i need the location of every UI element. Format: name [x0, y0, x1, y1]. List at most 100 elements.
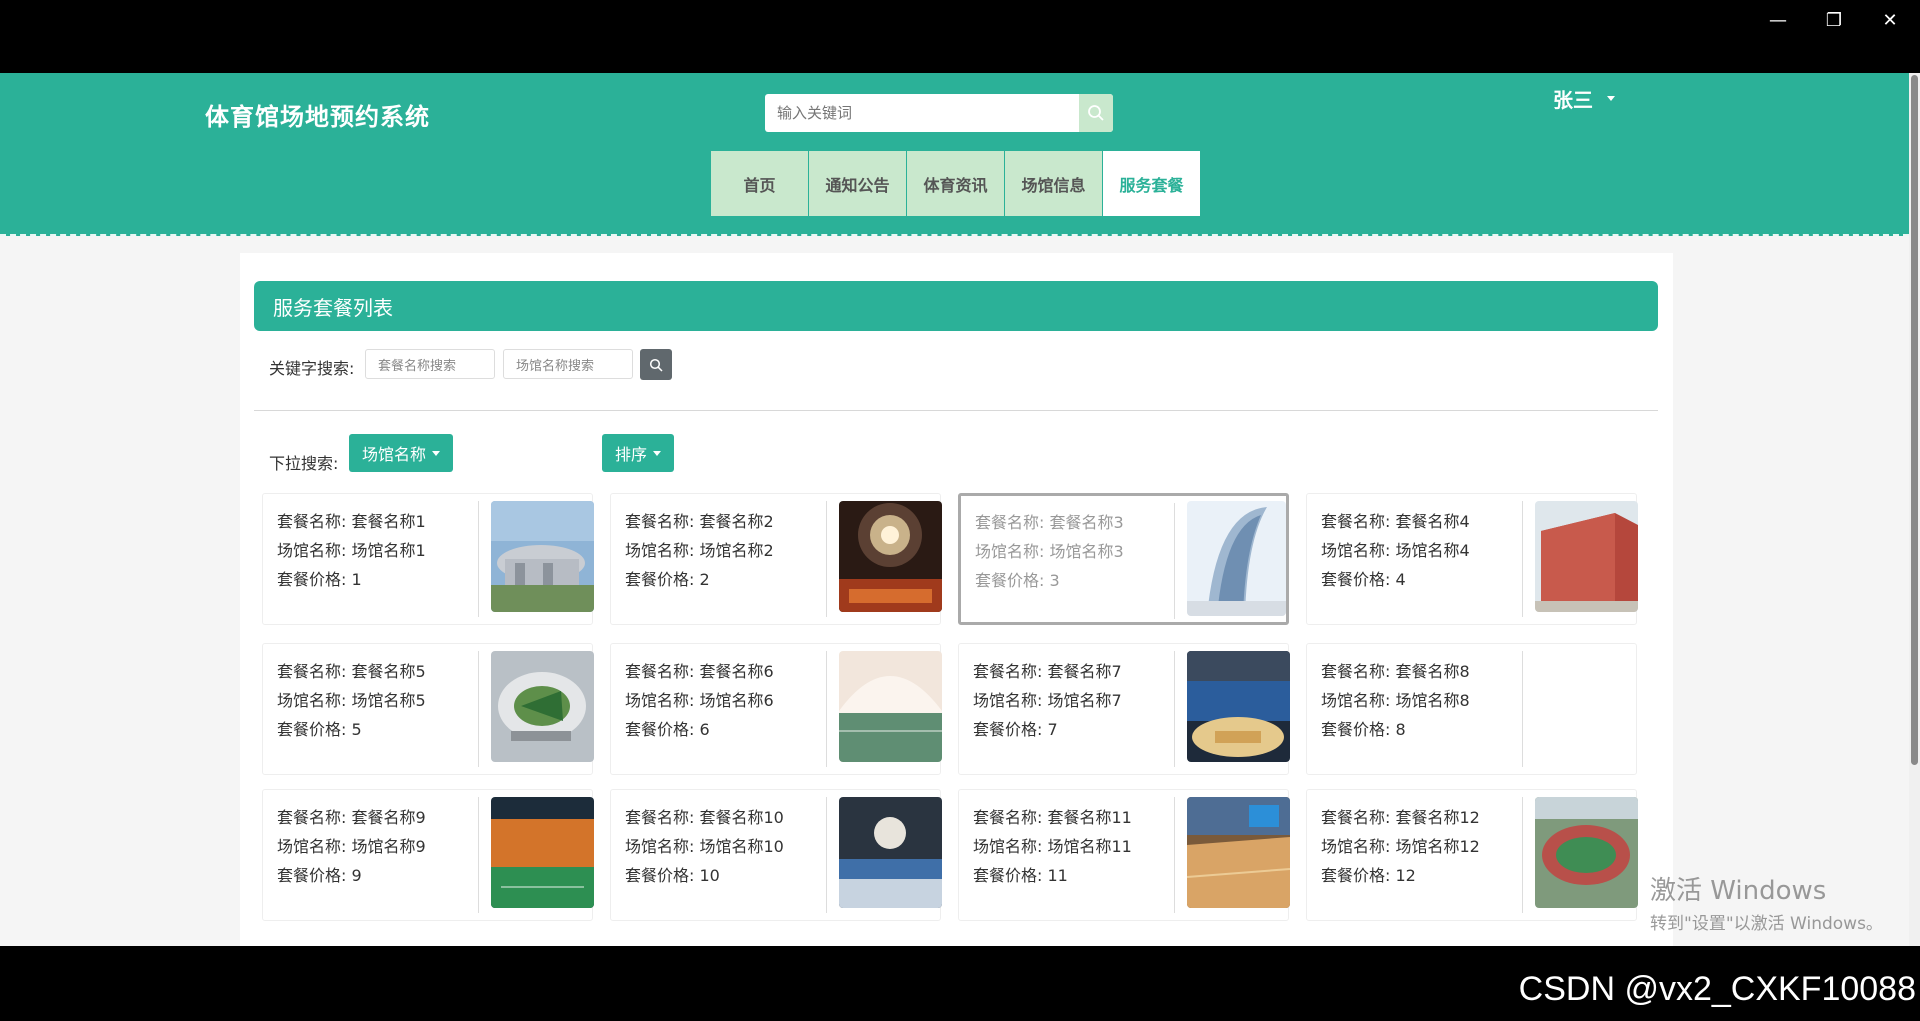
package-card[interactable]: 套餐名称: 套餐名称2 场馆名称: 场馆名称2 套餐价格: 2	[610, 493, 942, 625]
activation-subtitle: 转到"设置"以激活 Windows。	[1650, 914, 1883, 934]
package-image[interactable]	[839, 651, 942, 762]
divider	[478, 651, 479, 767]
package-price: 套餐价格: 12	[1321, 866, 1416, 885]
sort-dropdown-label: 排序	[615, 445, 648, 464]
divider	[1522, 651, 1523, 767]
package-price: 套餐价格: 4	[1321, 570, 1406, 589]
caret-down-icon	[1607, 96, 1615, 101]
user-name: 张三	[1553, 88, 1593, 112]
package-image[interactable]	[491, 501, 594, 612]
venue-name: 场馆名称: 场馆名称8	[1321, 691, 1470, 710]
package-card[interactable]: 套餐名称: 套餐名称3 场馆名称: 场馆名称3 套餐价格: 3	[958, 493, 1289, 625]
package-image[interactable]	[1187, 501, 1286, 616]
page-scrollbar[interactable]	[1909, 73, 1920, 946]
package-card[interactable]: 套餐名称: 套餐名称12 场馆名称: 场馆名称12 套餐价格: 12	[1306, 789, 1638, 921]
package-image[interactable]	[491, 797, 594, 908]
venue-name: 场馆名称: 场馆名称3	[975, 542, 1124, 561]
package-card[interactable]: 套餐名称: 套餐名称10 场馆名称: 场馆名称10 套餐价格: 10	[610, 789, 942, 921]
package-price: 套餐价格: 11	[973, 866, 1068, 885]
package-price: 套餐价格: 5	[277, 720, 362, 739]
venue-dropdown-button[interactable]: 场馆名称	[349, 434, 454, 472]
package-name: 套餐名称: 套餐名称3	[975, 513, 1124, 532]
header-search-button[interactable]	[1079, 94, 1113, 132]
package-name: 套餐名称: 套餐名称9	[277, 808, 426, 827]
caret-down-icon	[653, 450, 662, 456]
minimize-icon[interactable]: —	[1750, 0, 1806, 40]
package-price: 套餐价格: 9	[277, 866, 362, 885]
divider	[826, 797, 827, 913]
package-card[interactable]: 套餐名称: 套餐名称11 场馆名称: 场馆名称11 套餐价格: 11	[958, 789, 1290, 921]
site-header: 体育馆场地预约系统 张三 首页 通知公告 体育资讯 场馆信息 服务套餐	[0, 73, 1909, 236]
package-card[interactable]: 套餐名称: 套餐名称7 场馆名称: 场馆名称7 套餐价格: 7	[958, 643, 1290, 775]
scrollbar-thumb[interactable]	[1911, 75, 1918, 765]
package-name: 套餐名称: 套餐名称7	[973, 662, 1122, 681]
package-card[interactable]: 套餐名称: 套餐名称9 场馆名称: 场馆名称9 套餐价格: 9	[262, 789, 594, 921]
divider	[1174, 797, 1175, 913]
package-name: 套餐名称: 套餐名称5	[277, 662, 426, 681]
divider	[1522, 501, 1523, 617]
nav-sports-news[interactable]: 体育资讯	[907, 151, 1004, 216]
package-card[interactable]: 套餐名称: 套餐名称8 场馆名称: 场馆名称8 套餐价格: 8	[1306, 643, 1637, 775]
package-price: 套餐价格: 7	[973, 720, 1058, 739]
package-card[interactable]: 套餐名称: 套餐名称6 场馆名称: 场馆名称6 套餐价格: 6	[610, 643, 942, 775]
site-title: 体育馆场地预约系统	[205, 103, 430, 131]
nav-service-packages[interactable]: 服务套餐	[1103, 151, 1200, 216]
header-search-input[interactable]	[765, 94, 1065, 132]
windows-activation-watermark: 激活 Windows 转到"设置"以激活 Windows。	[1650, 870, 1883, 934]
activation-title: 激活 Windows	[1650, 876, 1827, 906]
package-image[interactable]	[1535, 797, 1638, 908]
divider	[478, 501, 479, 617]
package-card[interactable]: 套餐名称: 套餐名称4 场馆名称: 场馆名称4 套餐价格: 4	[1306, 493, 1638, 625]
venue-name-search-input[interactable]: 场馆名称搜索	[503, 349, 633, 379]
venue-name: 场馆名称: 场馆名称7	[973, 691, 1122, 710]
keyword-search-button[interactable]	[640, 349, 672, 380]
package-card[interactable]: 套餐名称: 套餐名称5 场馆名称: 场馆名称5 套餐价格: 5	[262, 643, 594, 775]
venue-name: 场馆名称: 场馆名称10	[625, 837, 784, 856]
venue-name: 场馆名称: 场馆名称2	[625, 541, 774, 560]
package-name: 套餐名称: 套餐名称8	[1321, 662, 1470, 681]
panel-title: 服务套餐列表	[254, 281, 1658, 331]
nav-home[interactable]: 首页	[711, 151, 808, 216]
package-name: 套餐名称: 套餐名称10	[625, 808, 784, 827]
dropdown-search-label: 下拉搜索:	[269, 454, 339, 473]
venue-name: 场馆名称: 场馆名称11	[973, 837, 1132, 856]
caret-down-icon	[432, 450, 441, 456]
package-image[interactable]	[1187, 651, 1290, 762]
package-image[interactable]	[1187, 797, 1290, 908]
search-icon	[649, 358, 663, 372]
nav-venue-info[interactable]: 场馆信息	[1005, 151, 1102, 216]
divider	[1174, 503, 1175, 619]
window-titlebar: — ❐ ✕	[0, 0, 1920, 73]
nav-notices[interactable]: 通知公告	[809, 151, 906, 216]
user-menu[interactable]: 张三	[1553, 84, 1615, 113]
venue-name: 场馆名称: 场馆名称9	[277, 837, 426, 856]
venue-name: 场馆名称: 场馆名称1	[277, 541, 426, 560]
package-image[interactable]	[1535, 501, 1638, 612]
close-icon[interactable]: ✕	[1862, 0, 1918, 40]
package-image[interactable]	[839, 501, 942, 612]
restore-icon[interactable]: ❐	[1806, 0, 1862, 40]
package-price: 套餐价格: 6	[625, 720, 710, 739]
package-price: 套餐价格: 1	[277, 570, 362, 589]
bottom-bar: CSDN @vx2_CXKF10088	[0, 946, 1920, 1021]
search-icon	[1088, 105, 1104, 121]
package-name: 套餐名称: 套餐名称12	[1321, 808, 1480, 827]
package-name: 套餐名称: 套餐名称1	[277, 512, 426, 531]
package-card[interactable]: 套餐名称: 套餐名称1 场馆名称: 场馆名称1 套餐价格: 1	[262, 493, 594, 625]
venue-name: 场馆名称: 场馆名称6	[625, 691, 774, 710]
browser-viewport: 体育馆场地预约系统 张三 首页 通知公告 体育资讯 场馆信息 服务套餐 服务套餐…	[0, 73, 1920, 946]
package-price: 套餐价格: 2	[625, 570, 710, 589]
divider	[254, 410, 1658, 411]
package-image[interactable]	[491, 651, 594, 762]
keyword-search-label: 关键字搜索:	[269, 359, 355, 378]
divider	[1522, 797, 1523, 913]
package-name: 套餐名称: 套餐名称2	[625, 512, 774, 531]
divider	[826, 501, 827, 617]
venue-dropdown-label: 场馆名称	[362, 445, 427, 464]
main-nav: 首页 通知公告 体育资讯 场馆信息 服务套餐	[711, 151, 1200, 216]
package-name-search-input[interactable]: 套餐名称搜索	[365, 349, 495, 379]
package-image[interactable]	[839, 797, 942, 908]
sort-dropdown-button[interactable]: 排序	[602, 434, 675, 472]
divider	[1174, 651, 1175, 767]
package-price: 套餐价格: 10	[625, 866, 720, 885]
